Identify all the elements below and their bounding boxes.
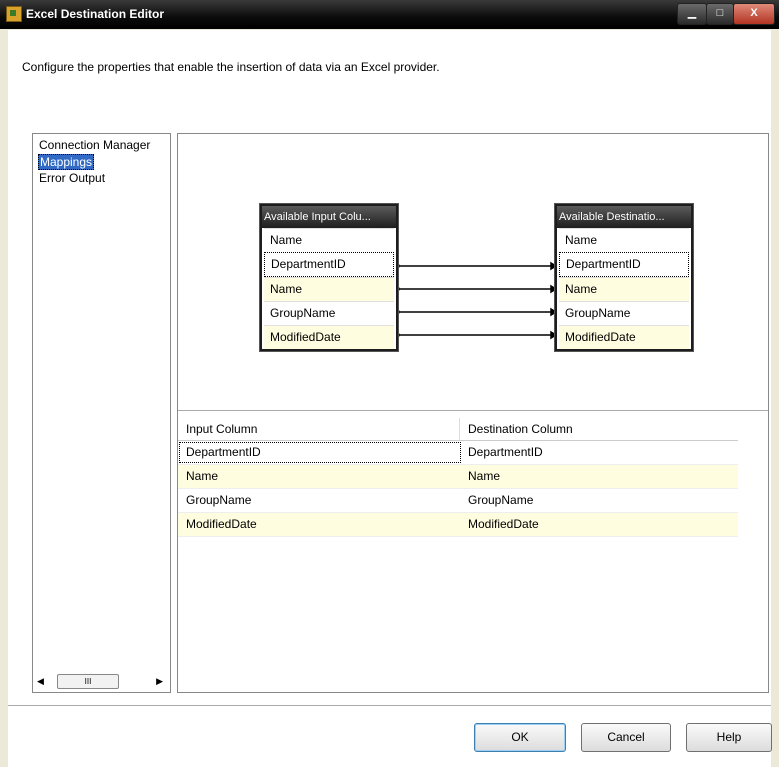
dest-column-row[interactable]: Name [559, 228, 689, 252]
table-row[interactable]: ModifiedDate ModifiedDate [178, 513, 738, 537]
nav-horizontal-scrollbar[interactable]: ◀ III ▶ [35, 673, 167, 689]
destination-cell[interactable]: DepartmentID [468, 445, 543, 459]
dialog-description: Configure the properties that enable the… [22, 60, 440, 74]
title-bar[interactable]: Excel Destination Editor ▁ □ X [0, 0, 779, 29]
footer-separator [8, 705, 771, 706]
nav-item-connection-manager[interactable]: Connection Manager [38, 138, 151, 152]
ok-button[interactable]: OK [474, 723, 566, 752]
dest-column-row[interactable]: DepartmentID [559, 252, 689, 277]
dest-column-row[interactable]: GroupName [559, 301, 689, 325]
input-cell[interactable]: DepartmentID [186, 445, 261, 459]
cancel-button[interactable]: Cancel [581, 723, 671, 752]
destination-cell[interactable]: GroupName [468, 493, 533, 507]
mapping-grid: Input Column Destination Column Departme… [178, 418, 738, 537]
close-button[interactable]: X [733, 3, 775, 25]
minimize-button[interactable]: ▁ [677, 3, 707, 25]
input-box-header[interactable]: Available Input Colu... [262, 206, 396, 228]
nav-item-error-output[interactable]: Error Output [38, 171, 106, 185]
column-divider[interactable] [459, 418, 460, 440]
maximize-button[interactable]: □ [706, 3, 734, 25]
dest-column-row[interactable]: ModifiedDate [559, 325, 689, 349]
mapping-diagram: Available Input Colu... Name DepartmentI… [178, 134, 768, 411]
help-button[interactable]: Help [686, 723, 772, 752]
dest-column-row[interactable]: Name [559, 277, 689, 301]
input-column-row[interactable]: GroupName [264, 301, 394, 325]
app-icon [6, 6, 22, 22]
input-column-row[interactable]: Name [264, 277, 394, 301]
input-column-row[interactable]: DepartmentID [264, 252, 394, 277]
table-row[interactable]: DepartmentID DepartmentID [178, 441, 738, 465]
input-cell[interactable]: GroupName [186, 493, 251, 507]
destination-cell[interactable]: ModifiedDate [468, 517, 539, 531]
table-row[interactable]: Name Name [178, 465, 738, 489]
input-column-row[interactable]: Name [264, 228, 394, 252]
scroll-left-icon[interactable]: ◀ [37, 676, 44, 687]
available-input-columns-box[interactable]: Available Input Colu... Name DepartmentI… [260, 204, 398, 351]
grid-header-row: Input Column Destination Column [178, 418, 738, 441]
input-cell[interactable]: ModifiedDate [186, 517, 257, 531]
nav-item-mappings[interactable]: Mappings [38, 154, 95, 170]
nav-pane: Connection Manager Mappings Error Output… [32, 133, 171, 693]
destination-cell[interactable]: Name [468, 469, 500, 483]
grid-header-input-column[interactable]: Input Column [186, 422, 257, 436]
table-row[interactable]: GroupName GroupName [178, 489, 738, 513]
scroll-thumb[interactable]: III [57, 674, 119, 689]
window-title: Excel Destination Editor [26, 7, 165, 21]
scroll-right-icon[interactable]: ▶ [156, 676, 163, 687]
grid-header-destination-column[interactable]: Destination Column [468, 422, 573, 436]
mappings-panel: Available Input Colu... Name DepartmentI… [177, 133, 769, 693]
input-column-row[interactable]: ModifiedDate [264, 325, 394, 349]
dest-box-header[interactable]: Available Destinatio... [557, 206, 691, 228]
available-destination-columns-box[interactable]: Available Destinatio... Name DepartmentI… [555, 204, 693, 351]
input-cell[interactable]: Name [186, 469, 218, 483]
